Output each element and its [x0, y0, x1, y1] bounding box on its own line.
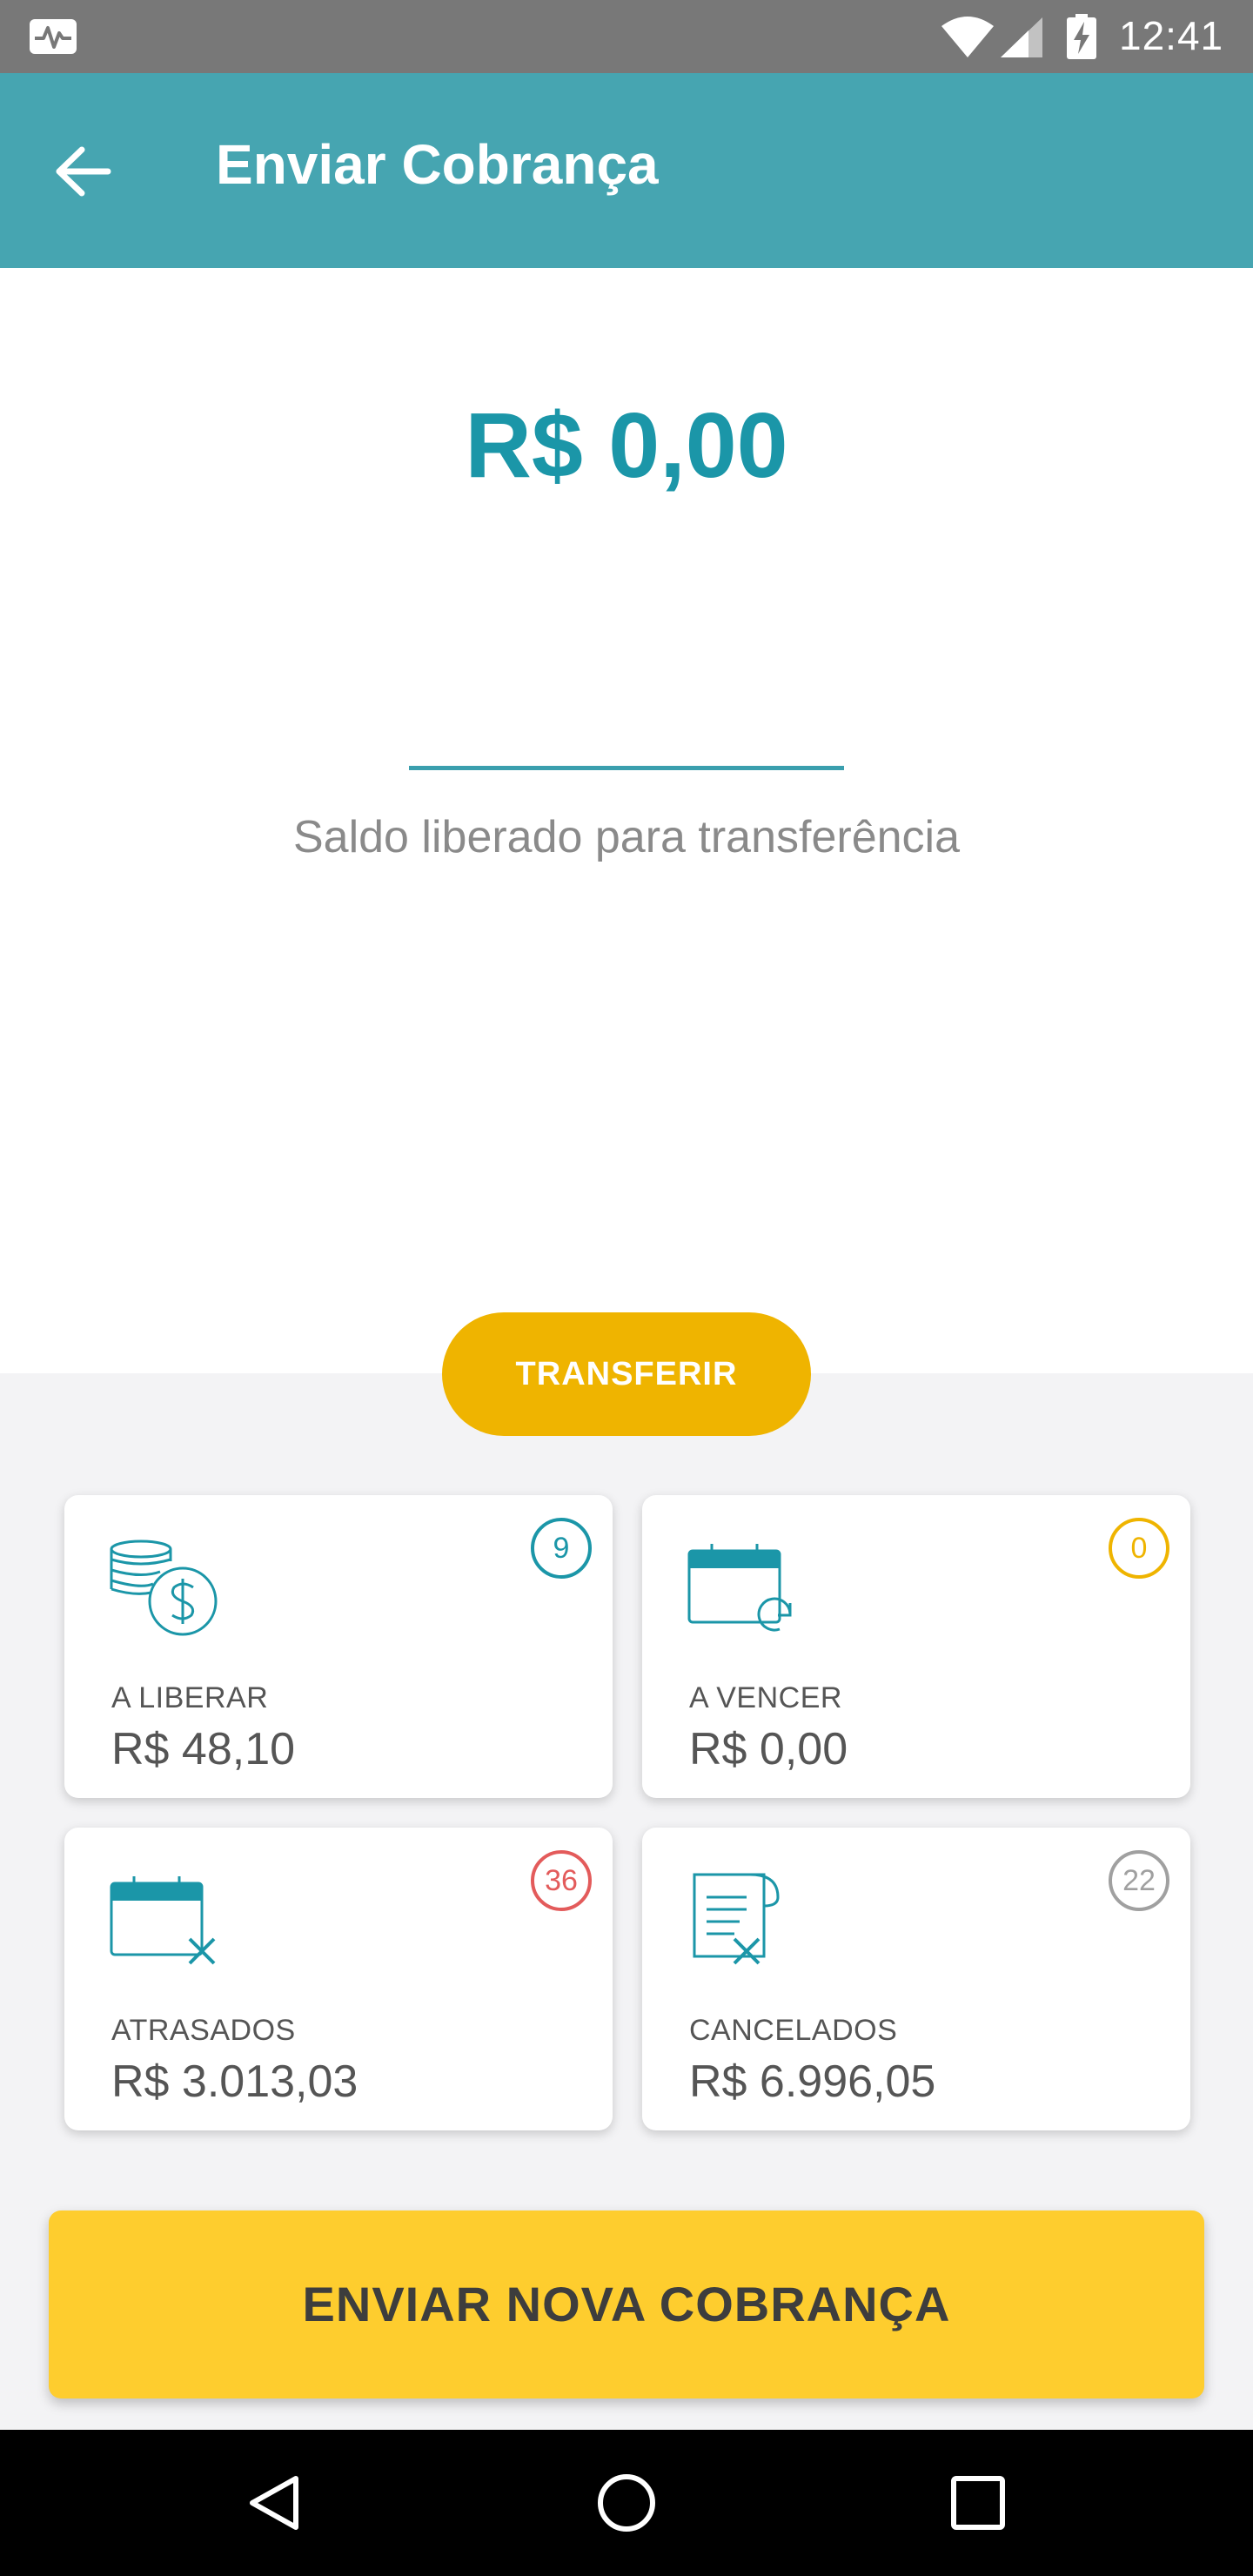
- card-a-vencer[interactable]: 0 A VENCER R$ 0,00: [642, 1495, 1190, 1798]
- signal-icon: [1001, 17, 1042, 57]
- card-cancelados[interactable]: 22 CANCELADOS R$ 6.996,05: [642, 1828, 1190, 2130]
- card-a-liberar[interactable]: 9 A LIBERAR R$ 48,10: [64, 1495, 613, 1798]
- card-value: R$ 48,10: [111, 1724, 296, 1774]
- coins-dollar-icon: [110, 1540, 218, 1636]
- balance-underline: [409, 766, 844, 770]
- wifi-icon: [941, 17, 994, 57]
- calendar-cancel-icon: [110, 1876, 216, 1965]
- card-label: CANCELADOS: [689, 2014, 898, 2047]
- count-badge: 36: [531, 1850, 592, 1911]
- nav-back-icon[interactable]: [244, 2472, 306, 2534]
- calendar-refresh-icon: [687, 1544, 792, 1632]
- arrow-left-icon[interactable]: [50, 143, 117, 200]
- card-value: R$ 3.013,03: [111, 2056, 358, 2107]
- document-cancel-icon: [693, 1873, 780, 1965]
- status-bar: 12:41: [0, 0, 1253, 73]
- card-atrasados[interactable]: 36 ATRASADOS R$ 3.013,03: [64, 1828, 613, 2130]
- nav-home-icon[interactable]: [595, 2472, 658, 2534]
- status-time: 12:41: [1119, 13, 1224, 58]
- card-value: R$ 0,00: [689, 1724, 848, 1774]
- page-title: Enviar Cobrança: [216, 133, 659, 196]
- battery-charging-icon: [1067, 14, 1096, 59]
- balance-amount: R$ 0,00: [465, 394, 788, 497]
- balance-caption: Saldo liberado para transferência: [292, 812, 961, 862]
- navigation-bar: [0, 2430, 1253, 2576]
- card-label: A LIBERAR: [111, 1681, 269, 1714]
- count-badge: 9: [531, 1518, 592, 1579]
- activity-icon: [30, 19, 77, 54]
- card-label: A VENCER: [689, 1681, 842, 1714]
- app-bar: Enviar Cobrança: [0, 73, 1253, 268]
- count-badge: 0: [1109, 1518, 1169, 1579]
- card-label: ATRASADOS: [111, 2014, 296, 2047]
- count-badge: 22: [1109, 1850, 1169, 1911]
- card-value: R$ 6.996,05: [689, 2056, 936, 2107]
- transfer-button[interactable]: TRANSFERIR: [442, 1312, 811, 1436]
- nav-recent-icon[interactable]: [948, 2473, 1008, 2532]
- send-new-charge-button[interactable]: ENVIAR NOVA COBRANÇA: [49, 2210, 1204, 2398]
